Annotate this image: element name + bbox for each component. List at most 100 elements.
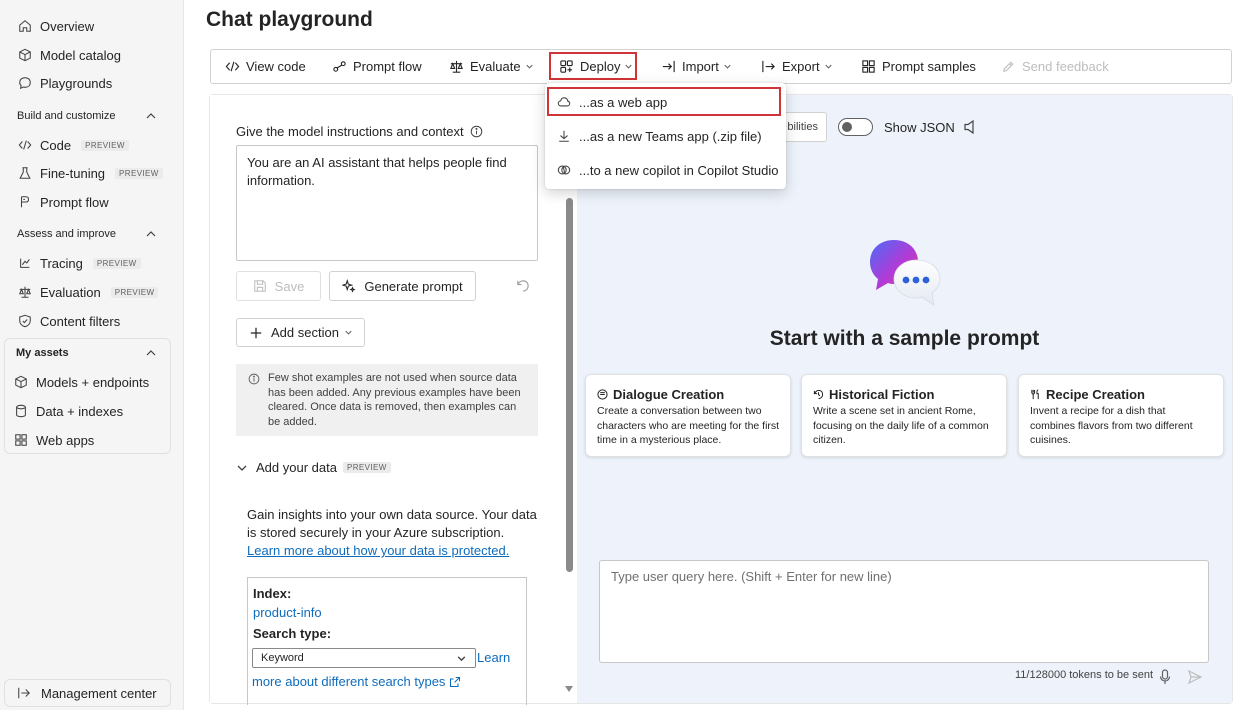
toolbar: View code Prompt flow Evaluate Deploy Im… [210, 49, 1232, 84]
nav-fine-tuning[interactable]: Fine-tuning PREVIEW [8, 161, 174, 185]
scroll-down-arrow[interactable] [565, 686, 573, 692]
nav-overview[interactable]: Overview [8, 14, 174, 38]
card-title: Historical Fiction [829, 387, 935, 402]
section-title: Assess and improve [17, 228, 117, 240]
save-icon [253, 280, 266, 292]
chevron-up-icon [146, 231, 156, 237]
nav-label: Models + endpoints [36, 374, 150, 390]
external-link-icon [450, 676, 461, 687]
nav-model-catalog[interactable]: Model catalog [8, 43, 174, 67]
nav-prompt-flow[interactable]: Prompt flow [8, 190, 174, 214]
import-button[interactable]: Import [661, 50, 732, 83]
web-app-highlight [547, 87, 781, 116]
import-icon [662, 60, 675, 73]
card-description: Create a conversation between two charac… [597, 405, 780, 446]
prompt-flow-button[interactable]: Prompt flow [332, 50, 422, 83]
section-my-assets[interactable]: My assets [16, 347, 157, 359]
preview-badge: PREVIEW [110, 286, 159, 298]
nav-label: Web apps [36, 432, 95, 448]
nav-label: Model catalog [40, 47, 121, 63]
sign-in-icon [18, 687, 30, 699]
scale-icon [18, 285, 32, 299]
flow-icon [18, 195, 32, 209]
instructions-label: Give the model instructions and context [236, 124, 464, 139]
deploy-copilot-item[interactable]: ...to a new copilot in Copilot Studio [545, 155, 786, 185]
nav-label: Overview [40, 18, 95, 34]
send-feedback-button[interactable]: Send feedback [1001, 50, 1109, 83]
save-label: Save [274, 278, 305, 294]
nav-playgrounds[interactable]: Playgrounds [8, 71, 174, 95]
nav-models-endpoints[interactable]: Models + endpoints [4, 370, 170, 394]
generate-prompt-button[interactable]: Generate prompt [329, 271, 476, 301]
data-protection-link[interactable]: Learn more about how your data is protec… [247, 543, 509, 558]
user-query-input[interactable]: Type user query here. (Shift + Enter for… [599, 560, 1209, 663]
flow-icon [333, 61, 346, 72]
send-feedback-label: Send feedback [1022, 59, 1109, 74]
prompt-flow-label: Prompt flow [353, 59, 422, 74]
section-title: Build and customize [17, 110, 116, 122]
instructions-label-row: Give the model instructions and context [236, 124, 483, 139]
nav-web-apps[interactable]: Web apps [4, 428, 170, 452]
code-icon [18, 138, 32, 152]
card-title-row: Historical Fiction [813, 387, 996, 402]
preview-badge: PREVIEW [81, 139, 129, 151]
search-type-select[interactable]: Keyword [252, 648, 476, 668]
chevron-down-icon [345, 330, 352, 335]
nav-evaluation[interactable]: Evaluation PREVIEW [8, 280, 174, 304]
add-section-label: Add section [271, 325, 339, 340]
show-json-toggle[interactable] [838, 118, 873, 136]
learn-link-part2: more about different search types [252, 674, 446, 689]
system-message-input[interactable]: You are an AI assistant that helps peopl… [236, 145, 538, 261]
section-build-customize[interactable]: Build and customize [17, 110, 157, 122]
view-code-button[interactable]: View code [225, 50, 306, 83]
chat-icon [18, 76, 32, 90]
add-data-header[interactable]: Add your data PREVIEW [236, 460, 391, 475]
cube-icon [14, 375, 28, 389]
setup-scrollbar[interactable] [566, 198, 573, 572]
info-icon[interactable] [470, 125, 483, 138]
management-center-link[interactable]: Management center [4, 679, 171, 707]
evaluate-button[interactable]: Evaluate [449, 50, 534, 83]
speaker-icon[interactable] [963, 119, 977, 135]
sample-card-recipe[interactable]: Recipe Creation Invent a recipe for a di… [1018, 374, 1224, 457]
sample-card-dialogue[interactable]: Dialogue Creation Create a conversation … [585, 374, 791, 457]
evaluate-label: Evaluate [470, 59, 521, 74]
export-button[interactable]: Export [761, 50, 833, 83]
search-type-label: Search type: [253, 626, 332, 641]
import-label: Import [682, 59, 719, 74]
nav-label: Prompt flow [40, 194, 109, 210]
token-count: 11/128000 tokens to be sent [1015, 669, 1154, 681]
section-assess-improve[interactable]: Assess and improve [17, 228, 157, 240]
nav-data-indexes[interactable]: Data + indexes [4, 399, 170, 423]
copilot-studio-icon [557, 165, 571, 175]
sample-prompt-title: Start with a sample prompt [769, 327, 1040, 350]
prompt-samples-button[interactable]: Prompt samples [861, 50, 976, 83]
reset-icon[interactable] [515, 278, 530, 293]
chevron-down-icon [237, 465, 247, 471]
show-json-label: Show JSON [884, 120, 955, 135]
export-icon [762, 60, 775, 73]
save-button[interactable]: Save [236, 271, 321, 301]
preview-badge: PREVIEW [342, 462, 391, 473]
nav-content-filters[interactable]: Content filters [8, 309, 174, 333]
chat-bubbles-icon [870, 240, 941, 306]
deploy-highlight [549, 52, 637, 80]
microphone-icon[interactable] [1159, 669, 1171, 685]
index-link[interactable]: product-info [253, 605, 526, 620]
management-label: Management center [41, 685, 157, 701]
learn-link-part1[interactable]: Learn [477, 650, 510, 665]
preview-badge: PREVIEW [92, 257, 141, 269]
apps-icon [14, 433, 28, 447]
card-title-row: Recipe Creation [1030, 387, 1213, 402]
card-description: Invent a recipe for a dish that combines… [1030, 405, 1193, 446]
chevron-down-icon [824, 64, 832, 69]
search-types-link[interactable]: more about different search types [252, 674, 461, 689]
nav-tracing[interactable]: Tracing PREVIEW [8, 251, 174, 275]
deploy-teams-app-item[interactable]: ...as a new Teams app (.zip file) [545, 121, 786, 151]
sample-card-historical[interactable]: Historical Fiction Write a scene set in … [801, 374, 1007, 457]
add-section-button[interactable]: Add section [236, 318, 365, 347]
send-icon[interactable] [1187, 669, 1203, 685]
scale-icon [450, 60, 463, 73]
feedback-icon [1003, 61, 1014, 72]
nav-code[interactable]: Code PREVIEW [8, 133, 174, 157]
